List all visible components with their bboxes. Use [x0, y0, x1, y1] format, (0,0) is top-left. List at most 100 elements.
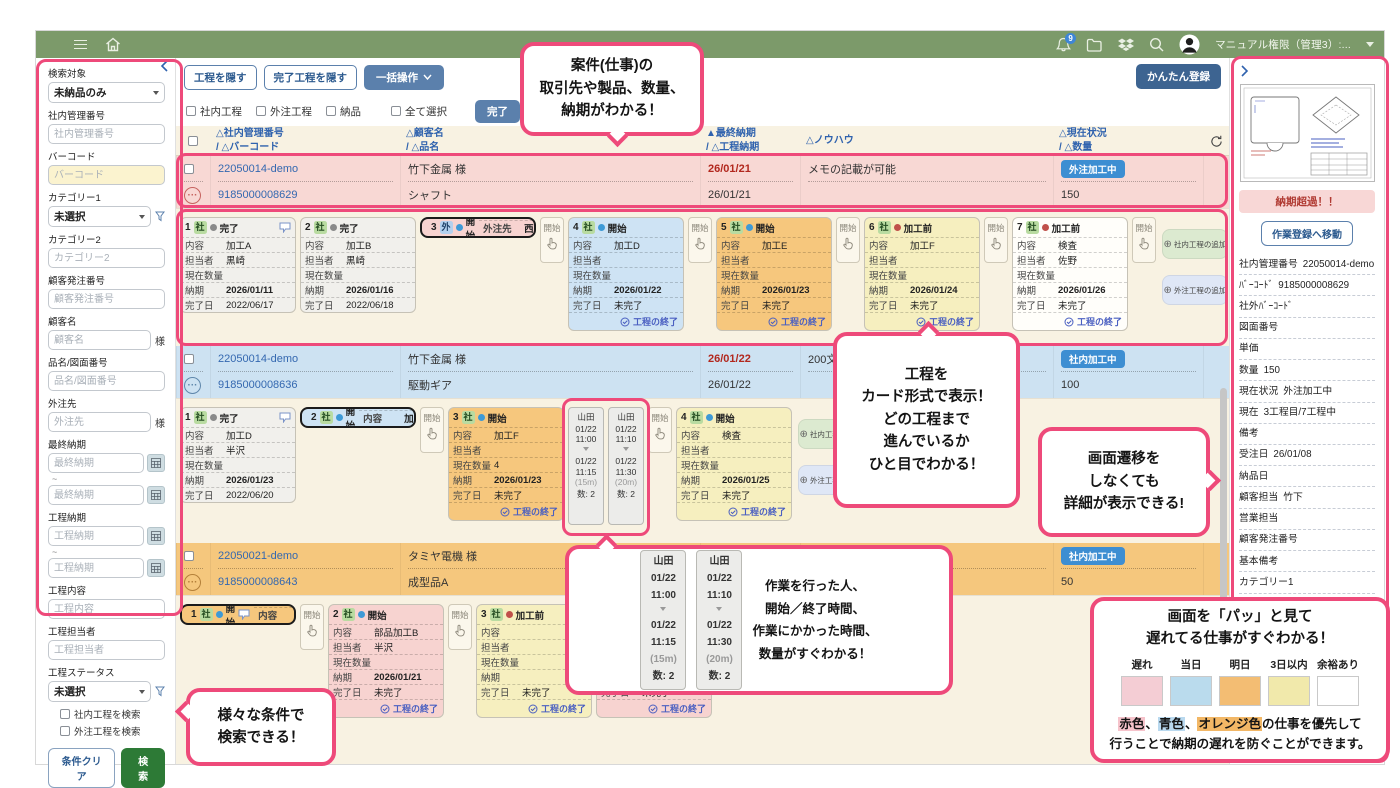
- process-card[interactable]: 4社開始 内容加工D 担当者 現在数量 納期2026/01/22 完了日未完了 …: [568, 217, 684, 331]
- add-external-process-button[interactable]: ⊕外注工程の追加: [1162, 275, 1228, 305]
- process-card[interactable]: 3社開始 内容加工F 担当者 現在数量4 納期2026/01/23 完了日未完了…: [448, 407, 564, 521]
- row-checkbox[interactable]: [184, 354, 194, 364]
- vertical-scrollbar[interactable]: [1220, 388, 1227, 608]
- process-person-input[interactable]: [48, 640, 165, 660]
- panel-collapse-icon[interactable]: [1239, 64, 1375, 82]
- row-checkbox[interactable]: [184, 551, 194, 561]
- job-barcode-link[interactable]: 9185000008636: [218, 379, 298, 391]
- product-name-input[interactable]: [48, 371, 165, 391]
- process-due-from-input[interactable]: [48, 526, 144, 546]
- start-process-button[interactable]: 開始: [984, 217, 1008, 263]
- sidebar-collapse-icon[interactable]: [160, 60, 170, 75]
- category2-input[interactable]: [48, 248, 165, 268]
- add-internal-process-button[interactable]: ⊕社内工程の追加: [1162, 229, 1228, 259]
- start-process-button[interactable]: 開始: [448, 604, 472, 650]
- user-menu-caret-icon[interactable]: [1366, 42, 1374, 51]
- job-row[interactable]: ··· 22050014-demo9185000008629 竹下金属 様シャフ…: [176, 156, 1229, 208]
- process-card-selected[interactable]: 2社開始 内容加工E 担当者黒崎 現在数量 納期2026/01/22 完了日未完…: [300, 407, 416, 428]
- job-row[interactable]: ··· 22050014-demo9185000008636 竹下金属 様駆動ギ…: [176, 346, 1229, 398]
- card-comment-icon[interactable]: [279, 412, 291, 423]
- process-card[interactable]: 2社開始 内容部品加工B 担当者半沢 現在数量 納期2026/01/21 完了日…: [328, 604, 444, 718]
- process-card-selected[interactable]: 3外開始 外注先西大阪スチール様 内容加工C 現在数量 納期2026/01/21…: [420, 217, 536, 238]
- customer-name-input[interactable]: [48, 330, 151, 350]
- column-header-status[interactable]: △現在状況/ △数量: [1053, 126, 1203, 156]
- bulk-action-button[interactable]: 一括操作: [364, 65, 444, 90]
- search-button[interactable]: 検索: [121, 748, 165, 788]
- search-internal-checkbox[interactable]: [60, 709, 70, 719]
- end-process-link[interactable]: 工程の終了: [329, 699, 443, 717]
- job-barcode-link[interactable]: 9185000008629: [218, 189, 298, 201]
- process-card[interactable]: 5社開始 内容加工E 担当者 現在数量 納期2026/01/23 完了日未完了 …: [716, 217, 832, 331]
- process-card[interactable]: 7社加工前 内容検査 担当者佐野 現在数量 納期2026/01/26 完了日未完…: [1012, 217, 1128, 331]
- avatar[interactable]: [1179, 34, 1200, 55]
- subcontractor-input[interactable]: [48, 412, 151, 432]
- hide-process-button[interactable]: 工程を隠す: [184, 65, 257, 90]
- search-target-select[interactable]: 未納品のみ: [48, 82, 165, 103]
- funnel-icon[interactable]: [155, 686, 165, 697]
- job-id-link[interactable]: 22050014-demo: [218, 163, 298, 175]
- internal-number-input[interactable]: [48, 124, 165, 144]
- funnel-icon[interactable]: [155, 211, 165, 222]
- end-process-link[interactable]: 工程の終了: [717, 312, 831, 330]
- start-process-button[interactable]: 開始: [648, 407, 672, 453]
- column-header-id[interactable]: △社内管理番号/ △バーコード: [210, 126, 400, 156]
- internal-process-checkbox[interactable]: [186, 106, 196, 116]
- process-card[interactable]: 1社完了 内容加工A 担当者黒崎 現在数量 納期2026/01/11 完了日20…: [180, 217, 296, 313]
- drawing-thumbnail[interactable]: [1240, 84, 1375, 182]
- job-id-link[interactable]: 22050014-demo: [218, 353, 298, 365]
- process-card[interactable]: 6社加工前 内容加工F 担当者 現在数量 納期2026/01/24 完了日未完了…: [864, 217, 980, 331]
- clear-conditions-button[interactable]: 条件クリア: [48, 748, 115, 788]
- end-process-link[interactable]: 工程の終了: [1013, 312, 1127, 330]
- start-process-button[interactable]: 開始: [300, 604, 324, 650]
- final-due-to-input[interactable]: [48, 485, 144, 505]
- process-card[interactable]: 1社完了 内容加工D 担当者半沢 現在数量 納期2026/01/23 完了日20…: [180, 407, 296, 503]
- job-id-link[interactable]: 22050021-demo: [218, 550, 298, 562]
- comment-bubble-icon[interactable]: ···: [184, 377, 201, 394]
- folder-icon[interactable]: [1086, 38, 1103, 52]
- delivery-checkbox[interactable]: [326, 106, 336, 116]
- end-process-link[interactable]: 工程の終了: [597, 699, 711, 717]
- calendar-icon[interactable]: [147, 527, 165, 545]
- end-process-link[interactable]: 工程の終了: [449, 502, 563, 520]
- select-all-checkbox[interactable]: [391, 106, 401, 116]
- calendar-icon[interactable]: [147, 486, 165, 504]
- start-process-button[interactable]: 開始: [420, 407, 444, 453]
- job-barcode-link[interactable]: 9185000008643: [218, 576, 298, 588]
- column-header-knowhow[interactable]: △ノウハウ: [800, 126, 1053, 156]
- column-header-due[interactable]: ▲最終納期/ △工程納期: [700, 126, 800, 156]
- final-due-from-input[interactable]: [48, 453, 144, 473]
- comment-bubble-icon[interactable]: ···: [184, 574, 201, 591]
- hamburger-menu-icon[interactable]: [74, 40, 87, 50]
- process-card[interactable]: 4社開始 内容検査 担当者 現在数量 納期2026/01/25 完了日未完了 工…: [676, 407, 792, 521]
- barcode-input[interactable]: [48, 165, 165, 185]
- customer-order-number-input[interactable]: [48, 289, 165, 309]
- process-due-to-input[interactable]: [48, 558, 144, 578]
- end-process-link[interactable]: 工程の終了: [569, 312, 683, 330]
- start-process-button[interactable]: 開始: [1132, 217, 1156, 263]
- process-card[interactable]: 2社完了 内容加工B 担当者黒崎 現在数量 納期2026/01/16 完了日20…: [300, 217, 416, 313]
- process-status-select[interactable]: 未選択: [48, 681, 151, 702]
- go-to-work-register-button[interactable]: 作業登録へ移動: [1261, 221, 1353, 246]
- user-menu-label[interactable]: マニュアル権限（管理3）:...: [1215, 37, 1351, 52]
- external-process-checkbox[interactable]: [256, 106, 266, 116]
- row-checkbox[interactable]: [184, 164, 194, 174]
- card-comment-icon[interactable]: [238, 609, 250, 620]
- hide-completed-button[interactable]: 完了工程を隠す: [264, 65, 358, 90]
- complete-button[interactable]: 完了: [475, 100, 520, 123]
- search-icon[interactable]: [1149, 37, 1164, 52]
- start-process-button[interactable]: 開始: [836, 217, 860, 263]
- refresh-icon[interactable]: [1210, 135, 1223, 148]
- end-process-link[interactable]: 工程の終了: [677, 502, 791, 520]
- calendar-icon[interactable]: [147, 559, 165, 577]
- start-process-button[interactable]: 開始: [688, 217, 712, 263]
- notification-bell-icon[interactable]: 9: [1056, 37, 1071, 53]
- home-icon[interactable]: [105, 37, 121, 52]
- header-checkbox[interactable]: [188, 136, 198, 146]
- process-card-selected[interactable]: 1社開始 内容部品加工A 担当者半沢 現在数量2 納期2026/01/23 完了…: [180, 604, 296, 625]
- comment-bubble-icon[interactable]: ···: [184, 187, 201, 204]
- end-process-link[interactable]: 工程の終了: [477, 699, 591, 717]
- easy-register-button[interactable]: かんたん登録: [1136, 64, 1221, 89]
- start-process-button[interactable]: 開始: [540, 217, 564, 263]
- process-content-input[interactable]: [48, 599, 165, 619]
- calendar-icon[interactable]: [147, 454, 165, 472]
